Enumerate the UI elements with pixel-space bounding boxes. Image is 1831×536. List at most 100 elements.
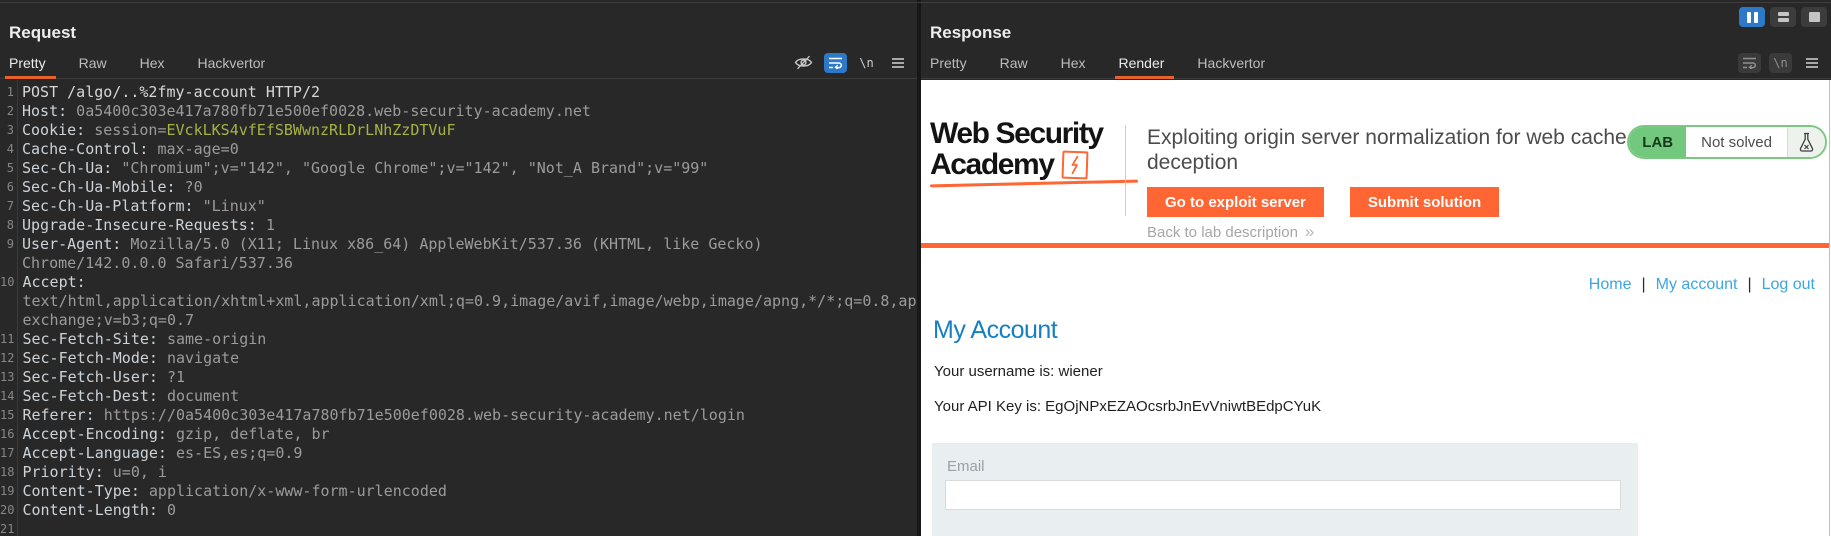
response-tab-pretty[interactable]: Pretty — [930, 47, 967, 78]
word-wrap-icon[interactable] — [1738, 53, 1761, 73]
nav-link-log-out[interactable]: Log out — [1762, 276, 1815, 293]
lab-header-buttons: Go to exploit server Submit solution — [1147, 187, 1651, 217]
line-number: 9 — [0, 235, 17, 254]
request-panel-title: Request — [9, 23, 76, 43]
request-line: 12Sec-Fetch-Mode: navigate — [0, 349, 917, 368]
request-line: 19Content-Type: application/x-www-form-u… — [0, 482, 917, 501]
request-tab-hex[interactable]: Hex — [140, 47, 165, 78]
response-tab-hackvertor[interactable]: Hackvertor — [1197, 47, 1265, 78]
request-line-text: Sec-Fetch-Dest: document — [17, 387, 917, 406]
account-nav: Home|My account|Log out — [1589, 276, 1815, 294]
request-line-text: Accept-Language: es-ES,es;q=0.9 — [17, 444, 917, 463]
request-line-text: User-Agent: Mozilla/5.0 (X11; Linux x86_… — [17, 235, 917, 273]
word-wrap-icon[interactable] — [824, 53, 847, 73]
line-number: 20 — [0, 501, 17, 520]
line-number: 8 — [0, 216, 17, 235]
request-line-text: Referer: https://0a5400c303e417a780fb71e… — [17, 406, 917, 425]
submit-solution-button[interactable]: Submit solution — [1350, 187, 1499, 217]
line-number: 13 — [0, 368, 17, 387]
response-tab-render[interactable]: Render — [1119, 47, 1165, 78]
layout-switcher — [1739, 7, 1827, 27]
burp-message-editor-window: Request Pretty Raw Hex Hackvertor — [0, 0, 1831, 536]
hide-nonprintable-eye-icon[interactable] — [791, 53, 816, 73]
request-line: 1POST /algo/..%2fmy-account HTTP/2 — [0, 83, 917, 102]
request-line: 9User-Agent: Mozilla/5.0 (X11; Linux x86… — [0, 235, 917, 273]
line-number: 1 — [0, 83, 17, 102]
line-number: 6 — [0, 178, 17, 197]
double-chevron-icon: » — [1305, 222, 1314, 242]
request-line: 4Cache-Control: max-age=0 — [0, 140, 917, 159]
nav-separator: | — [1641, 276, 1645, 293]
email-input[interactable] — [945, 480, 1621, 510]
lab-header: Exploiting origin server normalization f… — [1147, 125, 1651, 242]
websecurity-academy-logo[interactable]: Web Security Academy — [930, 118, 1140, 185]
email-label: Email — [947, 458, 985, 475]
logo-line2: Academy — [930, 149, 1054, 180]
lab-status-text: Not solved — [1686, 127, 1788, 157]
request-tab-raw[interactable]: Raw — [79, 47, 107, 78]
request-line-text: Sec-Ch-Ua-Platform: "Linux" — [17, 197, 917, 216]
request-line-text: Sec-Fetch-User: ?1 — [17, 368, 917, 387]
request-line-text: Content-Length: 0 — [17, 501, 917, 520]
request-line-text: Upgrade-Insecure-Requests: 1 — [17, 216, 917, 235]
layout-split-rows-button[interactable] — [1770, 7, 1796, 27]
request-editor[interactable]: 1POST /algo/..%2fmy-account HTTP/22Host:… — [0, 80, 917, 536]
line-number: 5 — [0, 159, 17, 178]
request-line-text: Cookie: session=EVckLKS4vfEfSBWwnzRLDrLN… — [17, 121, 917, 140]
response-tab-raw[interactable]: Raw — [1000, 47, 1028, 78]
username-line: Your username is: wiener — [934, 363, 1103, 380]
request-line: 13Sec-Fetch-User: ?1 — [0, 368, 917, 387]
request-line-text: Sec-Ch-Ua-Mobile: ?0 — [17, 178, 917, 197]
editor-menu-icon[interactable] — [886, 53, 909, 73]
nav-link-home[interactable]: Home — [1589, 276, 1632, 293]
request-line: 14Sec-Fetch-Dest: document — [0, 387, 917, 406]
layout-single-panel-button[interactable] — [1801, 7, 1827, 27]
request-line: 17Accept-Language: es-ES,es;q=0.9 — [0, 444, 917, 463]
render-view: Web Security Academy Exploiting origin s… — [921, 80, 1831, 536]
request-line-text: POST /algo/..%2fmy-account HTTP/2 — [17, 83, 917, 102]
request-line: 8Upgrade-Insecure-Requests: 1 — [0, 216, 917, 235]
api-key-line: Your API Key is: EgOjNPxEZAOcsrbJnEvVniw… — [934, 398, 1321, 415]
request-line: 15Referer: https://0a5400c303e417a780fb7… — [0, 406, 917, 425]
back-to-lab-description-link[interactable]: Back to lab description » — [1147, 222, 1314, 242]
newline-toggle-icon[interactable]: \n — [855, 53, 878, 73]
go-to-exploit-server-button[interactable]: Go to exploit server — [1147, 187, 1324, 217]
request-line: 11Sec-Fetch-Site: same-origin — [0, 330, 917, 349]
line-number: 4 — [0, 140, 17, 159]
line-number: 17 — [0, 444, 17, 463]
line-number: 16 — [0, 425, 17, 444]
response-panel: Response PrettyRawHexRenderHackvertor \n — [921, 0, 1831, 536]
line-number: 12 — [0, 349, 17, 368]
request-line: 21 — [0, 520, 917, 536]
header-orange-rule — [921, 243, 1829, 248]
editor-menu-icon[interactable] — [1800, 53, 1823, 73]
line-number: 15 — [0, 406, 17, 425]
request-panel: Request Pretty Raw Hex Hackvertor — [0, 0, 917, 536]
request-line-text: Sec-Fetch-Mode: navigate — [17, 349, 917, 368]
request-line: 2Host: 0a5400c303e417a780fb71e500ef0028.… — [0, 102, 917, 121]
nav-link-my-account[interactable]: My account — [1656, 276, 1738, 293]
line-number: 19 — [0, 482, 17, 501]
request-tab-pretty[interactable]: Pretty — [9, 47, 46, 78]
line-number: 7 — [0, 197, 17, 216]
response-tabs: Pretty Raw Hex Render Hackvertor — [930, 47, 1298, 78]
request-line: 18Priority: u=0, i — [0, 463, 917, 482]
request-line-text: Host: 0a5400c303e417a780fb71e500ef0028.w… — [17, 102, 917, 121]
lab-status-badge: LAB Not solved — [1627, 125, 1827, 159]
request-line: 5Sec-Ch-Ua: "Chromium";v="142", "Google … — [0, 159, 917, 178]
newline-toggle-icon[interactable]: \n — [1769, 53, 1792, 73]
page-heading: My Account — [933, 316, 1057, 345]
request-line: 16Accept-Encoding: gzip, deflate, br — [0, 425, 917, 444]
lab-title: Exploiting origin server normalization f… — [1147, 125, 1651, 175]
line-number: 21 — [0, 520, 17, 536]
request-tab-hackvertor[interactable]: Hackvertor — [198, 47, 266, 78]
line-number: 2 — [0, 102, 17, 121]
flask-icon — [1788, 127, 1825, 157]
layout-split-columns-button[interactable] — [1739, 7, 1765, 27]
request-line-text: Sec-Ch-Ua: "Chromium";v="142", "Google C… — [17, 159, 917, 178]
request-line-text: Accept-Encoding: gzip, deflate, br — [17, 425, 917, 444]
line-number: 10 — [0, 273, 17, 292]
request-line-text: Sec-Fetch-Site: same-origin — [17, 330, 917, 349]
response-tab-hex[interactable]: Hex — [1061, 47, 1086, 78]
request-line: 7Sec-Ch-Ua-Platform: "Linux" — [0, 197, 917, 216]
